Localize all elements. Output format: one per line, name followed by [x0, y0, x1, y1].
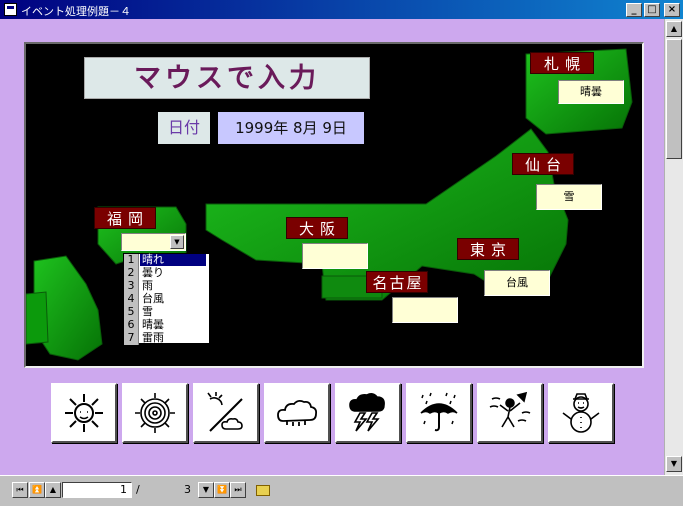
weather-button-cloudy[interactable]: [264, 383, 330, 443]
folder-icon[interactable]: [256, 485, 270, 496]
dropdown-option[interactable]: 5雪: [124, 306, 209, 319]
window-title: イベント処理例題－４: [21, 5, 131, 18]
city-label-sapporo: 札幌: [530, 52, 594, 74]
umbrella-rain-icon: [420, 392, 458, 432]
scroll-thumb[interactable]: [666, 39, 682, 159]
record-separator: /: [136, 483, 140, 496]
date-label: 日付: [158, 112, 210, 144]
current-record-field[interactable]: 1: [62, 482, 132, 498]
weather-button-typhoon[interactable]: [477, 383, 543, 443]
record-navigator: ⏮ ⏫ ▲ 1 / 3 ▼ ⏬ ⏭: [0, 475, 683, 506]
dropdown-option[interactable]: 6 晴曇: [124, 319, 209, 332]
next-record-button[interactable]: ▼: [198, 482, 214, 498]
date-value[interactable]: 1999年 8月 9日: [218, 112, 364, 144]
city-label-fukuoka: 福岡: [94, 207, 156, 229]
weather-button-sunny[interactable]: [51, 383, 117, 443]
next-page-button[interactable]: ⏬: [214, 482, 230, 498]
form-area: マウスで入力 日付 1999年 8月 9日 札幌 晴曇 仙台 雪 東京 台風 名…: [0, 19, 664, 475]
city-label-nagoya: 名古屋: [366, 271, 428, 293]
minimize-button[interactable]: _: [626, 3, 642, 17]
title-bar: イベント処理例題－４ _ □ ×: [0, 0, 683, 19]
typhoon-icon: [489, 391, 531, 428]
app-icon[interactable]: [4, 3, 17, 16]
weather-dropdown-list[interactable]: 1 晴れ 2 曇り 3雨 4 台風 5雪 6 晴曇 7 雷雨: [123, 253, 210, 345]
prev-page-button[interactable]: ⏫: [29, 482, 45, 498]
weather-field-osaka[interactable]: [302, 243, 368, 269]
scroll-down-icon[interactable]: ▼: [666, 456, 682, 472]
thunderstorm-icon: [349, 393, 385, 432]
weather-field-nagoya[interactable]: [392, 297, 458, 323]
dropdown-option[interactable]: 4 台風: [124, 293, 209, 306]
prev-record-button[interactable]: ▲: [45, 482, 61, 498]
close-button[interactable]: ×: [664, 3, 680, 17]
weather-field-sapporo[interactable]: 晴曇: [558, 80, 624, 104]
city-label-tokyo: 東京: [457, 238, 519, 260]
weather-button-snow[interactable]: [548, 383, 614, 443]
first-record-button[interactable]: ⏮: [12, 482, 28, 498]
weather-button-sun-cloud[interactable]: [193, 383, 259, 443]
dropdown-option[interactable]: 2 曇り: [124, 267, 209, 280]
spiral-sun-icon: [135, 393, 175, 433]
chevron-down-icon[interactable]: ▼: [170, 235, 184, 249]
weather-field-tokyo[interactable]: 台風: [484, 270, 550, 296]
scroll-up-icon[interactable]: ▲: [666, 21, 682, 37]
weather-button-thunder[interactable]: [335, 383, 401, 443]
dropdown-option[interactable]: 3雨: [124, 280, 209, 293]
dropdown-option[interactable]: 1 晴れ: [124, 254, 209, 267]
vertical-scrollbar[interactable]: ▲ ▼: [664, 19, 683, 475]
map-panel: マウスで入力 日付 1999年 8月 9日 札幌 晴曇 仙台 雪 東京 台風 名…: [24, 42, 644, 368]
city-label-sendai: 仙台: [512, 153, 574, 175]
dropdown-option[interactable]: 7 雷雨: [124, 332, 209, 345]
weather-field-sendai[interactable]: 雪: [536, 184, 602, 210]
weather-button-rain[interactable]: [406, 383, 472, 443]
weather-combo-fukuoka[interactable]: ▼: [121, 233, 186, 251]
page-heading: マウスで入力: [84, 57, 370, 99]
cloud-icon: [277, 399, 318, 426]
weather-button-spiral[interactable]: [122, 383, 188, 443]
sun-cloud-icon: [207, 392, 243, 432]
maximize-button[interactable]: □: [644, 3, 660, 17]
snowman-icon: [562, 393, 600, 433]
sun-icon: [65, 394, 103, 432]
last-record-button[interactable]: ⏭: [230, 482, 246, 498]
total-records-field: 3: [146, 482, 196, 498]
city-label-osaka: 大阪: [286, 217, 348, 239]
